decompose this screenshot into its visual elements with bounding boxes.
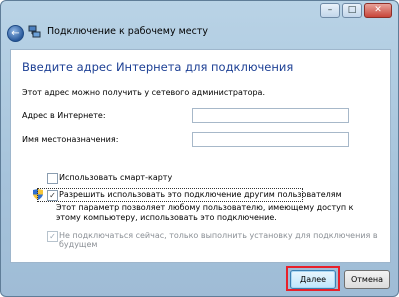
maximize-button[interactable]: □ bbox=[342, 3, 362, 18]
smart-card-label[interactable]: Использовать смарт-карту bbox=[59, 173, 172, 182]
allow-others-label[interactable]: Разрешить использовать это подключение д… bbox=[59, 190, 342, 199]
close-button[interactable]: ✕ bbox=[364, 3, 392, 18]
allow-others-checkbox[interactable]: ✓ bbox=[47, 190, 58, 201]
allow-others-explanation: Этот параметр позволяет любому пользоват… bbox=[56, 203, 354, 222]
destination-name-input[interactable] bbox=[192, 132, 349, 147]
internet-address-input[interactable] bbox=[192, 108, 349, 123]
content-panel: Введите адрес Интернета для подключения … bbox=[10, 49, 391, 263]
description-text: Этот адрес можно получить у сетевого адм… bbox=[22, 88, 265, 97]
caption-buttons: – □ ✕ bbox=[318, 3, 392, 18]
page-heading: Введите адрес Интернета для подключения bbox=[22, 60, 294, 74]
next-button[interactable]: Далее bbox=[290, 270, 336, 289]
dont-connect-label[interactable]: Не подключаться сейчас, только выполнить… bbox=[59, 231, 390, 249]
cancel-button[interactable]: Отмена bbox=[344, 270, 390, 289]
smart-card-checkbox[interactable] bbox=[47, 173, 58, 184]
minimize-button[interactable]: – bbox=[320, 3, 340, 18]
back-arrow-icon[interactable]: ← bbox=[7, 25, 24, 42]
internet-address-label: Адрес в Интернете: bbox=[22, 111, 106, 120]
wizard-title: Подключение к рабочему месту bbox=[47, 26, 208, 37]
dont-connect-checkbox[interactable]: ✓ bbox=[47, 231, 58, 242]
network-icon bbox=[28, 25, 41, 38]
destination-name-label: Имя местоназначения: bbox=[22, 135, 119, 144]
title-bar: – □ ✕ ← Подключение к рабочему месту bbox=[1, 1, 398, 49]
wizard-window: – □ ✕ ← Подключение к рабочему месту Вве… bbox=[0, 0, 399, 297]
